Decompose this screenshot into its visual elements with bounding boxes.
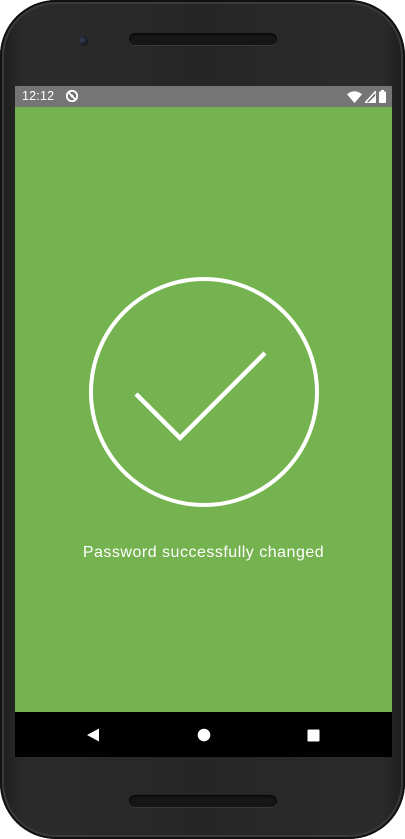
back-button[interactable] <box>82 724 104 746</box>
top-speaker <box>129 33 277 45</box>
navigation-bar <box>15 712 392 757</box>
phone-frame: 12:12 Password successfully changed <box>0 0 405 839</box>
bottom-speaker <box>129 795 277 807</box>
sync-icon <box>65 89 79 103</box>
status-bar: 12:12 <box>15 86 392 107</box>
home-icon <box>197 728 211 742</box>
screen: 12:12 Password successfully changed <box>15 86 392 757</box>
check-circle-icon <box>89 277 319 507</box>
recents-icon <box>307 729 319 741</box>
front-camera <box>78 36 88 46</box>
cellular-signal-icon <box>365 90 376 103</box>
success-message: Password successfully changed <box>82 544 325 561</box>
status-icons <box>347 90 386 103</box>
back-icon <box>87 728 99 742</box>
home-button[interactable] <box>193 724 215 746</box>
battery-icon <box>379 90 386 103</box>
status-time: 12:12 <box>22 89 55 103</box>
wifi-icon <box>347 90 362 103</box>
success-content: Password successfully changed <box>15 107 392 712</box>
recents-button[interactable] <box>302 724 324 746</box>
